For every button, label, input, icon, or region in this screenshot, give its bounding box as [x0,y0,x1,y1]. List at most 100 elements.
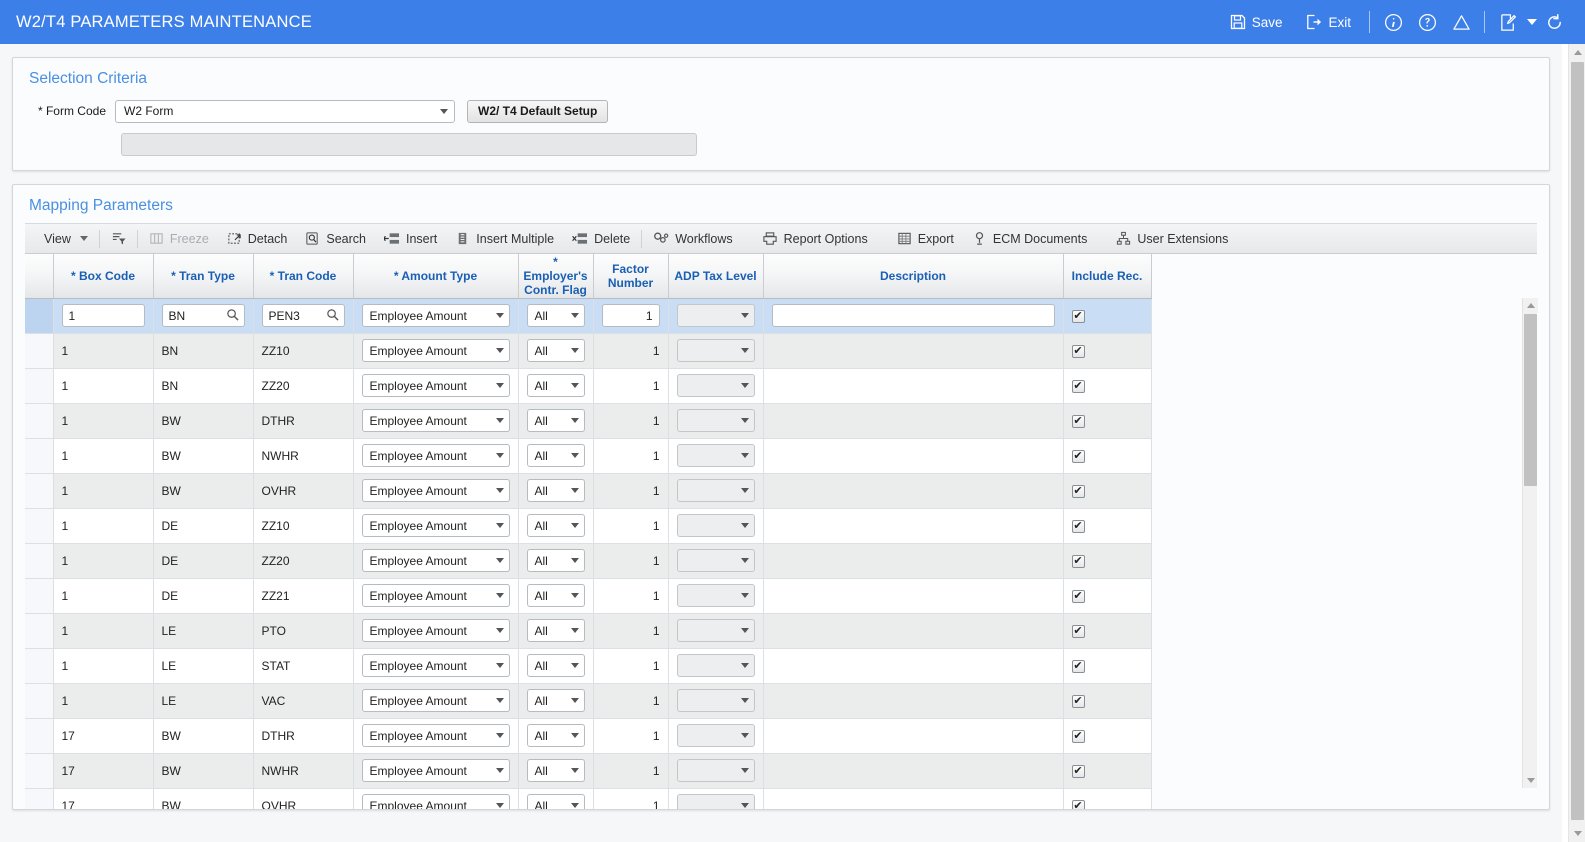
box-code-input[interactable] [61,304,145,327]
cell-factor-number[interactable]: 1 [593,613,669,649]
cell-box-code[interactable]: 1 [53,543,154,579]
page-vertical-scrollbar[interactable] [1568,44,1585,842]
table-row[interactable]: 1 LE PTO Employee Amount All 1 ✔ [25,613,1152,649]
cell-tran-type[interactable]: LE [153,648,254,684]
scrollbar-thumb[interactable] [1524,314,1537,486]
cell-box-code[interactable]: 1 [53,333,154,369]
adp-tax-level-select[interactable] [676,479,755,502]
cell-description[interactable] [763,473,1064,509]
employer-contr-flag-select[interactable]: All [526,514,585,537]
cell-adp-tax-level[interactable] [668,648,764,684]
include-rec-checkbox[interactable]: ✔ [1071,730,1085,743]
cell-factor-number[interactable]: 1 [593,718,669,754]
row-selector-cell[interactable] [25,683,54,719]
cell-include-rec[interactable]: ✔ [1063,578,1152,614]
cell-tran-code[interactable]: ZZ20 [253,543,354,579]
ecm-documents-button[interactable]: ECM Documents [963,224,1096,253]
cell-adp-tax-level[interactable] [668,788,764,809]
cell-employer-contr-flag[interactable]: All [518,753,594,789]
cell-include-rec[interactable]: ✔ [1063,368,1152,404]
cell-factor-number[interactable]: 1 [593,438,669,474]
cell-box-code[interactable]: 1 [53,473,154,509]
cell-include-rec[interactable]: ✔ [1063,403,1152,439]
row-selector-cell[interactable] [25,648,54,684]
cell-employer-contr-flag[interactable]: All [518,648,594,684]
cell-factor-number[interactable]: 1 [593,543,669,579]
cell-adp-tax-level[interactable] [668,438,764,474]
include-rec-checkbox[interactable]: ✔ [1071,625,1085,638]
cell-tran-type[interactable]: BW [153,788,254,809]
insert-button[interactable]: Insert [375,224,446,253]
cell-description[interactable] [763,368,1064,404]
adp-tax-level-select[interactable] [676,409,755,432]
adp-tax-level-select[interactable] [676,514,755,537]
cell-box-code[interactable]: 1 [53,368,154,404]
column-header-factor-number[interactable]: Factor Number [593,254,669,299]
cell-box-code[interactable]: 1 [53,613,154,649]
adp-tax-level-select[interactable] [676,794,755,809]
cell-employer-contr-flag[interactable]: All [518,368,594,404]
amount-type-select[interactable]: Employee Amount [361,409,510,432]
column-header-box-code[interactable]: * Box Code [53,254,154,299]
column-header-adp-tax-level[interactable]: ADP Tax Level [668,254,764,299]
page-scroll-down-arrow-icon[interactable] [1569,825,1585,842]
cell-adp-tax-level[interactable] [668,298,764,334]
cell-tran-type[interactable]: BW [153,473,254,509]
cell-employer-contr-flag[interactable]: All [518,613,594,649]
cell-description[interactable] [763,543,1064,579]
employer-contr-flag-select[interactable]: All [526,794,585,809]
page-scroll-up-arrow-icon[interactable] [1569,44,1585,61]
detach-button[interactable]: Detach [218,224,297,253]
help-icon[interactable] [1410,7,1444,37]
cell-include-rec[interactable]: ✔ [1063,788,1152,809]
cell-description[interactable] [763,683,1064,719]
cell-adp-tax-level[interactable] [668,473,764,509]
table-vertical-scrollbar[interactable] [1522,298,1538,788]
cell-include-rec[interactable]: ✔ [1063,648,1152,684]
cell-employer-contr-flag[interactable]: All [518,683,594,719]
cell-tran-type[interactable]: BW [153,718,254,754]
cell-tran-type[interactable]: BW [153,403,254,439]
workflows-button[interactable]: Workflows [644,224,741,253]
include-rec-checkbox[interactable]: ✔ [1071,485,1085,498]
employer-contr-flag-select[interactable]: All [526,409,585,432]
cell-box-code[interactable]: 1 [53,508,154,544]
cell-description[interactable] [763,508,1064,544]
cell-tran-code[interactable]: OVHR [253,473,354,509]
include-rec-checkbox[interactable]: ✔ [1071,380,1085,393]
include-rec-checkbox[interactable]: ✔ [1071,660,1085,673]
row-selector-cell[interactable] [25,718,54,754]
insert-multiple-button[interactable]: Insert Multiple [446,224,563,253]
amount-type-select[interactable]: Employee Amount [361,304,510,327]
column-header-description[interactable]: Description [763,254,1064,299]
table-row[interactable]: 17 BW NWHR Employee Amount All 1 ✔ [25,753,1152,789]
cell-factor-number[interactable]: 1 [593,753,669,789]
cell-factor-number[interactable]: 1 [593,403,669,439]
cell-description[interactable] [763,613,1064,649]
factor-number-input[interactable] [601,304,660,327]
cell-tran-type[interactable]: DE [153,543,254,579]
cell-tran-type[interactable]: LE [153,683,254,719]
cell-amount-type[interactable]: Employee Amount [353,368,519,404]
cell-employer-contr-flag[interactable]: All [518,543,594,579]
scroll-down-arrow-icon[interactable] [1523,773,1538,788]
adp-tax-level-select[interactable] [676,374,755,397]
cell-include-rec[interactable]: ✔ [1063,753,1152,789]
row-selector-cell[interactable] [25,473,54,509]
amount-type-select[interactable]: Employee Amount [361,479,510,502]
adp-tax-level-select[interactable] [676,584,755,607]
column-header-tran-type[interactable]: * Tran Type [153,254,254,299]
adp-tax-level-select[interactable] [676,619,755,642]
table-row[interactable]: 17 BW OVHR Employee Amount All 1 ✔ [25,788,1152,809]
cell-include-rec[interactable]: ✔ [1063,333,1152,369]
cell-box-code[interactable] [53,298,154,334]
cell-adp-tax-level[interactable] [668,718,764,754]
cell-employer-contr-flag[interactable]: All [518,298,594,334]
cell-include-rec[interactable]: ✔ [1063,683,1152,719]
page-scrollbar-thumb[interactable] [1571,62,1584,820]
cell-amount-type[interactable]: Employee Amount [353,438,519,474]
amount-type-select[interactable]: Employee Amount [361,619,510,642]
cell-description[interactable] [763,333,1064,369]
cell-tran-code[interactable]: DTHR [253,718,354,754]
cell-adp-tax-level[interactable] [668,753,764,789]
